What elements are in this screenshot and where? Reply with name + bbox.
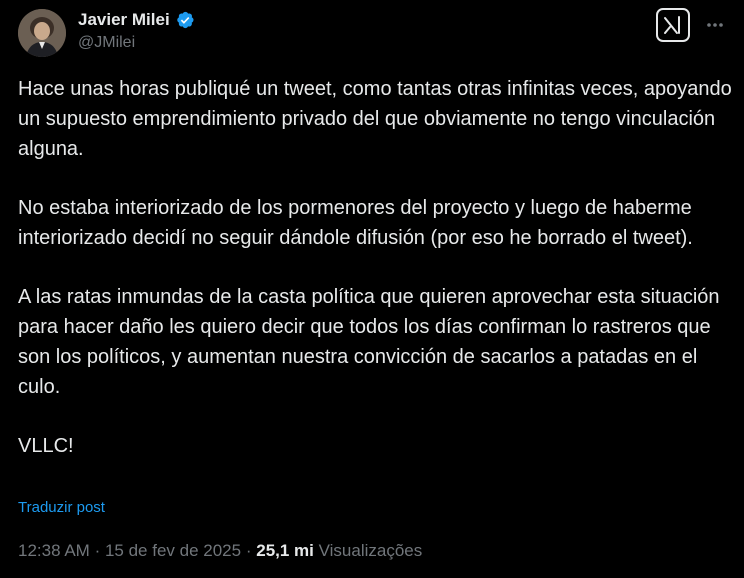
translate-post-link[interactable]: Traduzir post — [18, 499, 105, 516]
author-name-row[interactable]: Javier Milei — [78, 10, 195, 30]
meta-separator: · — [94, 541, 101, 560]
tweet-paragraph: Hace unas horas publiqué un tweet, como … — [18, 78, 732, 160]
tweet-text: Hace unas horas publiqué un tweet, como … — [18, 74, 733, 461]
tweet-paragraph: A las ratas inmundas de la casta polític… — [18, 286, 720, 398]
tweet-paragraph: VLLC! — [18, 435, 74, 457]
grok-button[interactable] — [656, 8, 690, 42]
views-label[interactable]: Visualizações — [319, 541, 423, 560]
grok-icon — [664, 16, 680, 34]
author-handle[interactable]: @JMilei — [78, 34, 135, 52]
more-horizontal-icon — [707, 23, 723, 27]
tweet-metadata: 12:38 AM · 15 de fev de 2025 · 25,1 mi V… — [18, 541, 422, 561]
post-date[interactable]: 15 de fev de 2025 — [105, 541, 241, 560]
tweet-paragraph: No estaba interiorizado de los pormenore… — [18, 197, 693, 249]
post-time[interactable]: 12:38 AM — [18, 541, 90, 560]
tweet: Javier Milei @JMilei Hace unas horas pub… — [0, 0, 744, 578]
meta-separator: · — [245, 541, 252, 560]
verified-badge-icon[interactable] — [175, 10, 195, 30]
profile-photo — [18, 9, 66, 57]
author-name[interactable]: Javier Milei — [78, 10, 170, 30]
views-count[interactable]: 25,1 mi — [256, 541, 314, 560]
avatar[interactable] — [18, 9, 66, 57]
more-button[interactable] — [701, 11, 729, 39]
